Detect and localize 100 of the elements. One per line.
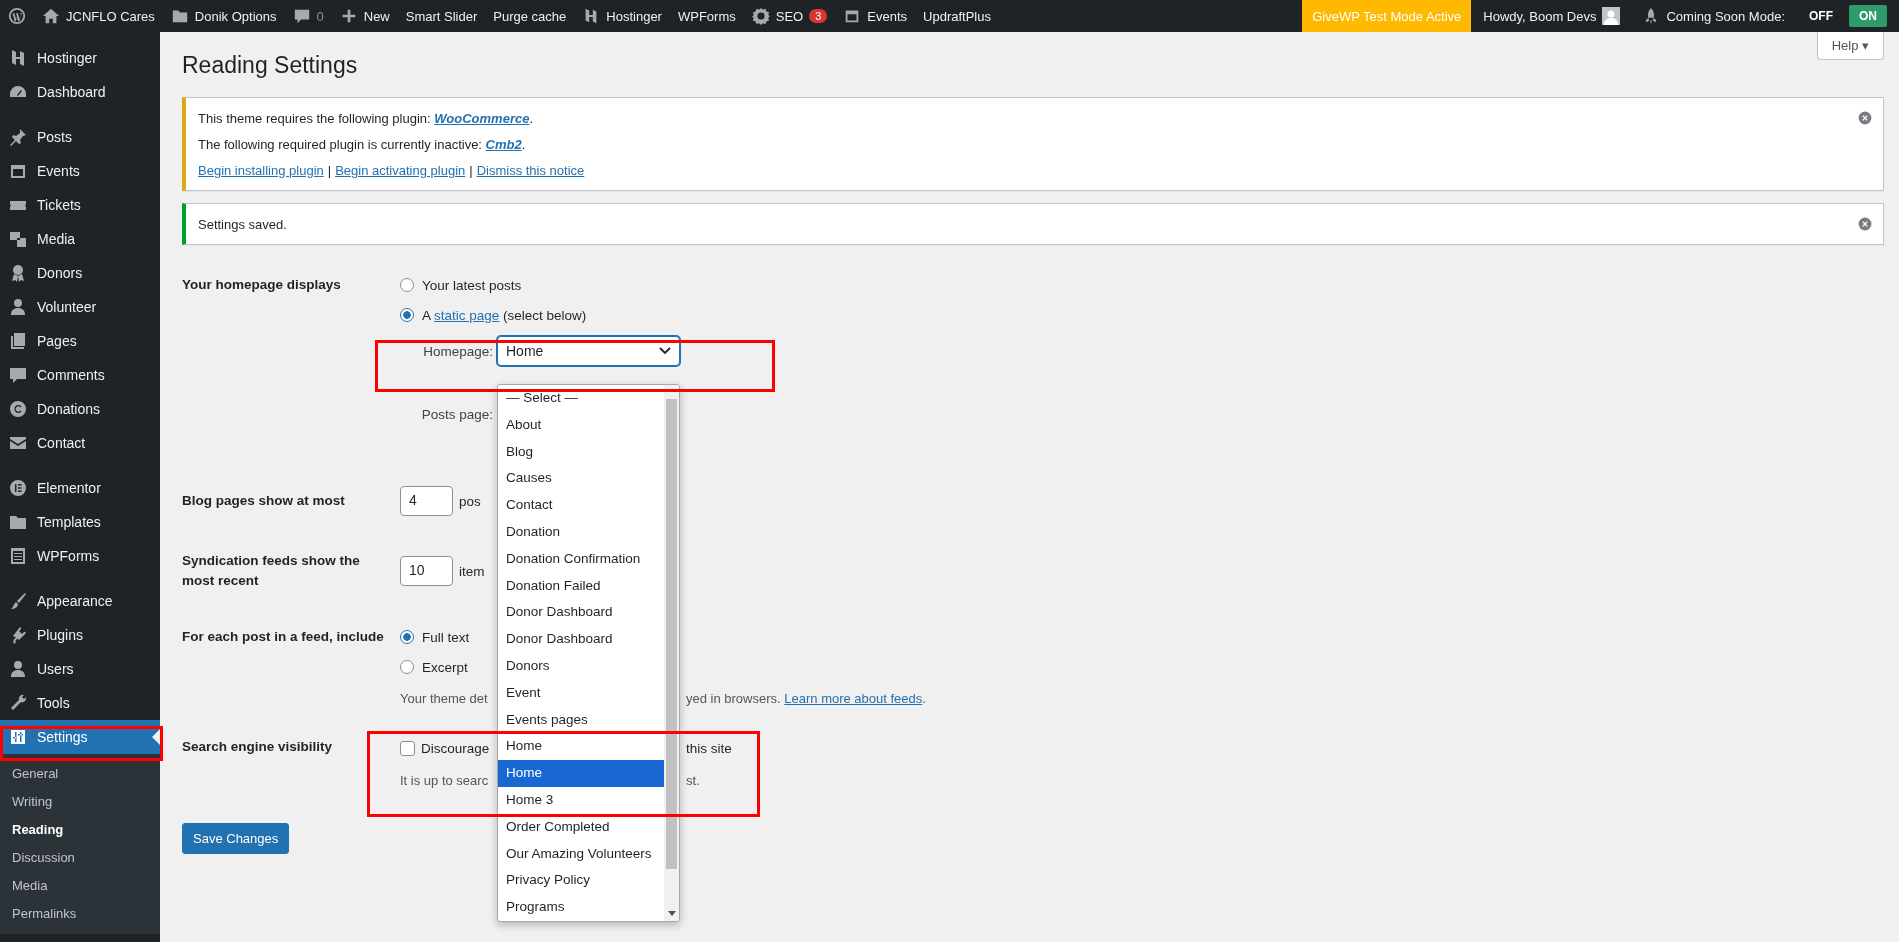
menu-item[interactable]: Hostinger bbox=[0, 41, 160, 75]
dropdown-option[interactable]: Programs bbox=[498, 894, 664, 921]
menu-item[interactable]: WPForms bbox=[0, 539, 160, 573]
dropdown-option[interactable]: Donor Dashboard bbox=[498, 599, 664, 627]
media-icon bbox=[8, 229, 28, 249]
checkbox-label: Discourage bbox=[421, 740, 490, 756]
radio-button[interactable] bbox=[400, 308, 414, 322]
menu-item[interactable]: Donations bbox=[0, 392, 160, 426]
dropdown-option[interactable]: Donation bbox=[498, 519, 664, 546]
menu-item[interactable]: Dashboard bbox=[0, 75, 160, 109]
menu-item[interactable]: Contact bbox=[0, 426, 160, 460]
radio-button[interactable] bbox=[400, 278, 414, 292]
number-field[interactable]: 4 bbox=[400, 486, 453, 516]
mode-toggle-option[interactable]: OFF bbox=[1799, 5, 1843, 27]
admin-bar-item[interactable]: Events bbox=[835, 0, 916, 32]
mode-toggle-option[interactable]: ON bbox=[1849, 5, 1887, 27]
checkbox[interactable] bbox=[400, 740, 415, 756]
elementor-icon bbox=[8, 478, 28, 498]
description-text: It is up to searc bbox=[400, 772, 490, 788]
dropdown-option[interactable]: Causes bbox=[498, 465, 664, 493]
admin-bar-item[interactable]: 0 bbox=[284, 0, 332, 32]
submenu-item[interactable]: Reading bbox=[0, 816, 160, 844]
field-label: Blog pages show at most bbox=[182, 492, 346, 510]
account-menu[interactable]: Howdy, Boom Devs bbox=[1475, 0, 1629, 32]
submenu-item[interactable]: Discussion bbox=[0, 844, 160, 872]
description-text: st. bbox=[686, 772, 700, 788]
dropdown-option[interactable]: Events pages bbox=[498, 706, 664, 734]
admin-bar-item[interactable]: New bbox=[331, 0, 398, 32]
dropdown-option[interactable]: Blog bbox=[498, 438, 664, 466]
person-icon bbox=[8, 297, 28, 317]
menu-item[interactable]: Donors bbox=[0, 256, 160, 290]
dropdown-option[interactable]: Privacy Policy bbox=[498, 867, 664, 895]
action-link[interactable]: Begin activating plugin bbox=[335, 163, 466, 178]
submenu-item[interactable]: Writing bbox=[0, 788, 160, 816]
option-label: Full text bbox=[422, 629, 470, 645]
menu-item[interactable]: Templates bbox=[0, 505, 160, 539]
field-label: Syndication feeds show the most recent bbox=[182, 552, 361, 590]
menu-item[interactable]: Appearance bbox=[0, 584, 160, 618]
close-icon[interactable] bbox=[1857, 110, 1873, 126]
menu-item[interactable]: Events bbox=[0, 154, 160, 188]
admin-bar-item[interactable]: Purge cache bbox=[485, 0, 575, 32]
page-title: Reading Settings bbox=[182, 51, 358, 80]
action-link[interactable]: Dismiss this notice bbox=[476, 163, 585, 178]
wordpress-logo-icon bbox=[8, 7, 26, 25]
action-link[interactable]: Begin installing plugin bbox=[198, 163, 324, 178]
admin-bar-item[interactable]: SEO 3 bbox=[743, 0, 836, 32]
dropdown-option[interactable]: Event bbox=[498, 679, 664, 707]
coming-soon-label: Coming Soon Mode: bbox=[1666, 8, 1785, 24]
dropdown-option[interactable]: Donation Failed bbox=[498, 572, 664, 600]
submenu-item[interactable]: Permalinks bbox=[0, 900, 160, 928]
menu-item[interactable]: Tools bbox=[0, 686, 160, 720]
person-icon bbox=[8, 659, 28, 679]
dropdown-option[interactable]: Donors bbox=[498, 652, 664, 680]
menu-item[interactable]: Tickets bbox=[0, 188, 160, 222]
dropdown-option[interactable]: — Select — bbox=[498, 385, 664, 412]
help-button[interactable]: Help ▾ bbox=[1816, 32, 1884, 60]
speech-bubble-icon bbox=[292, 7, 311, 25]
menu-item[interactable]: Posts bbox=[0, 120, 160, 154]
dropdown-option[interactable]: Donor Dashboard bbox=[498, 626, 664, 653]
admin-bar-item[interactable]: UpdraftPlus bbox=[915, 0, 999, 32]
menu-item[interactable]: Pages bbox=[0, 324, 160, 358]
submenu-item[interactable]: General bbox=[0, 760, 160, 788]
field-label: For each post in a feed, include bbox=[182, 628, 385, 646]
menu-item[interactable]: Media bbox=[0, 222, 160, 256]
option-label: Excerpt bbox=[422, 659, 468, 675]
number-field[interactable]: 10 bbox=[400, 556, 453, 586]
radio-button[interactable] bbox=[400, 660, 414, 674]
save-changes-button[interactable]: Save Changes bbox=[182, 823, 290, 854]
radio-button[interactable] bbox=[400, 630, 414, 644]
speech-bubble-icon bbox=[8, 365, 28, 385]
dropdown-option[interactable]: Order Completed bbox=[498, 813, 664, 841]
notice-text: This theme requires the following plugin: WooCommerce. bbox=[198, 110, 534, 128]
menu-item[interactable]: Plugins bbox=[0, 618, 160, 652]
plugin-link[interactable]: Cmb2 bbox=[485, 137, 522, 152]
description-text: Your theme det bbox=[400, 690, 489, 706]
admin-bar-item[interactable]: Smart Slider bbox=[397, 0, 486, 32]
scroll-down-icon[interactable] bbox=[668, 911, 676, 916]
static-page-link[interactable]: static page bbox=[434, 307, 500, 323]
admin-bar-item[interactable]: Hostinger bbox=[574, 0, 670, 32]
submenu-item[interactable]: Media bbox=[0, 872, 160, 900]
dropdown-option[interactable]: Home 3 bbox=[498, 786, 664, 814]
admin-bar-item[interactable]: JCNFLO Cares bbox=[34, 0, 163, 32]
pin-icon bbox=[8, 127, 28, 147]
menu-item[interactable]: Elementor bbox=[0, 471, 160, 505]
menu-item[interactable]: Comments bbox=[0, 358, 160, 392]
house-icon bbox=[42, 7, 60, 25]
dropdown-option[interactable]: About bbox=[498, 411, 664, 439]
dropdown-option[interactable]: Donation Confirmation bbox=[498, 545, 664, 573]
avatar-icon bbox=[1602, 7, 1621, 25]
scrollbar[interactable] bbox=[664, 385, 679, 921]
link-separator: | bbox=[327, 163, 332, 178]
dropdown-option[interactable]: Home bbox=[498, 760, 664, 787]
admin-bar-item[interactable]: WPForms bbox=[669, 0, 744, 32]
menu-item[interactable]: Users bbox=[0, 652, 160, 686]
close-icon[interactable] bbox=[1857, 216, 1873, 232]
menu-item[interactable]: Volunteer bbox=[0, 290, 160, 324]
dropdown-option[interactable]: Our Amazing Volunteers bbox=[498, 840, 664, 868]
dropdown-option[interactable]: Contact bbox=[498, 492, 664, 519]
admin-bar-item[interactable]: Donik Options bbox=[162, 0, 285, 32]
dropdown-option[interactable]: Home bbox=[498, 733, 664, 761]
